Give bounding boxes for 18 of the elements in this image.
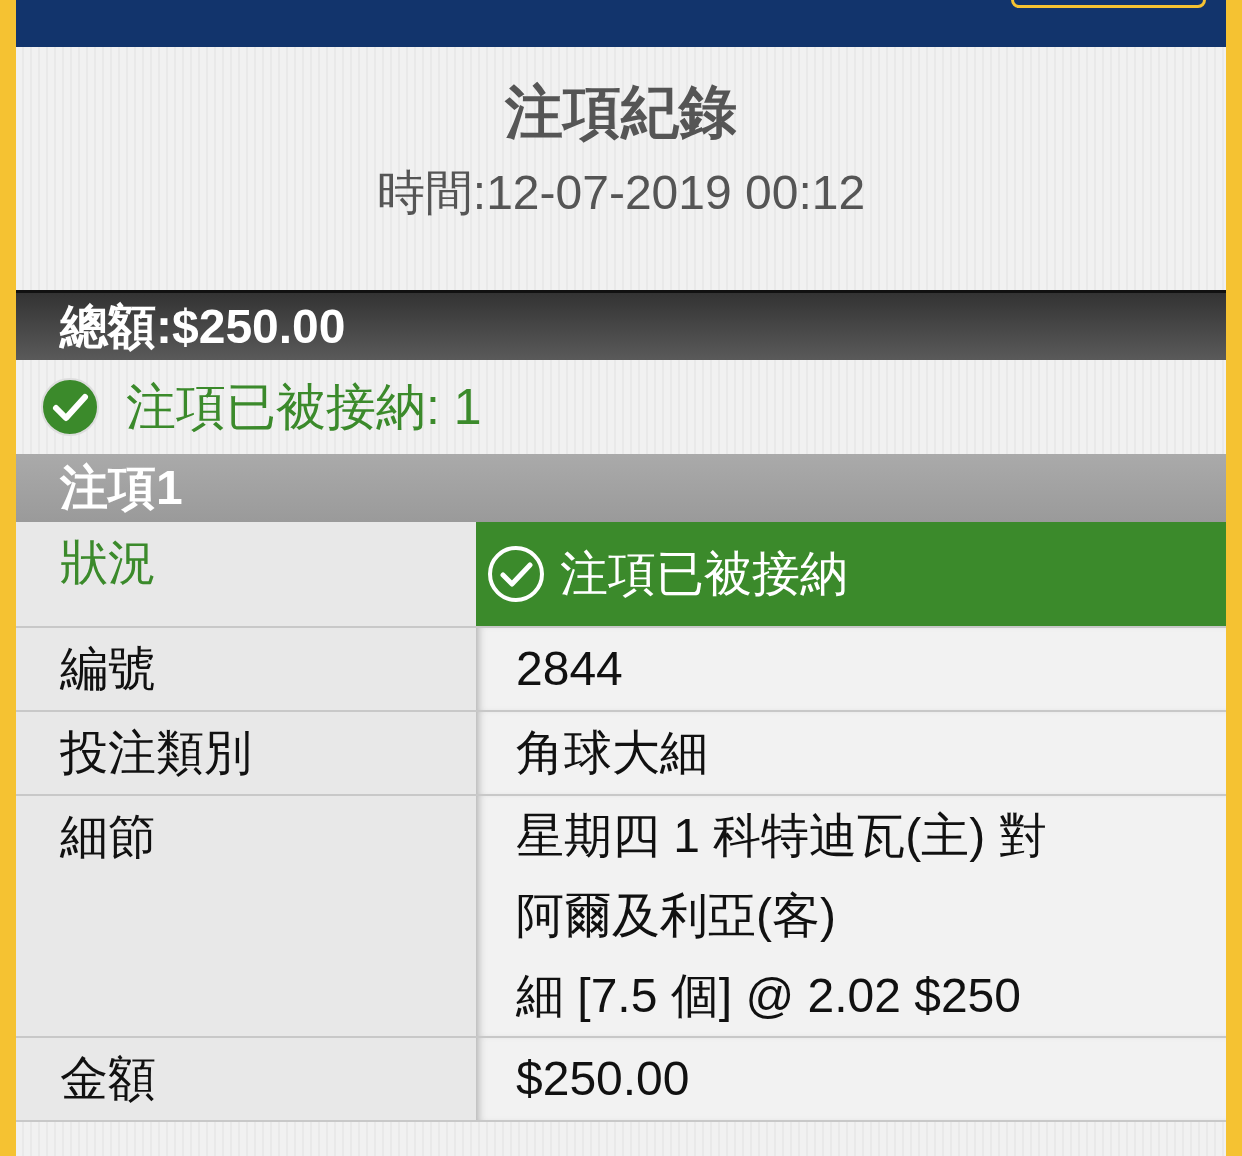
bet-title: 注項1 xyxy=(60,460,183,516)
field-value: $250.00 xyxy=(516,1051,691,1107)
field-label: 狀況 xyxy=(16,522,476,626)
accepted-count: 注項已被接納: 1 xyxy=(126,377,482,437)
field-label: 金額 xyxy=(16,1038,476,1120)
check-circle-icon xyxy=(486,544,546,604)
total-amount: 總額:$250.00 xyxy=(60,298,346,355)
field-value: 阿爾及利亞(客) xyxy=(516,888,837,944)
field-label: 投注類別 xyxy=(16,712,476,794)
field-value: 星期四 1 科特迪瓦(主) 對 xyxy=(516,808,1048,864)
field-label: 細節 xyxy=(16,796,476,1036)
status-text: 注項已被接納 xyxy=(560,546,848,602)
field-label: 編號 xyxy=(16,628,476,710)
page-title: 注項紀錄 xyxy=(505,78,737,146)
field-value: 角球大細 xyxy=(516,725,709,781)
field-value: 2844 xyxy=(516,641,624,697)
bet-time: 時間:12-07-2019 00:12 xyxy=(376,165,866,221)
field-value: 細 [7.5 個] @ 2.02 $250 xyxy=(516,968,1022,1024)
